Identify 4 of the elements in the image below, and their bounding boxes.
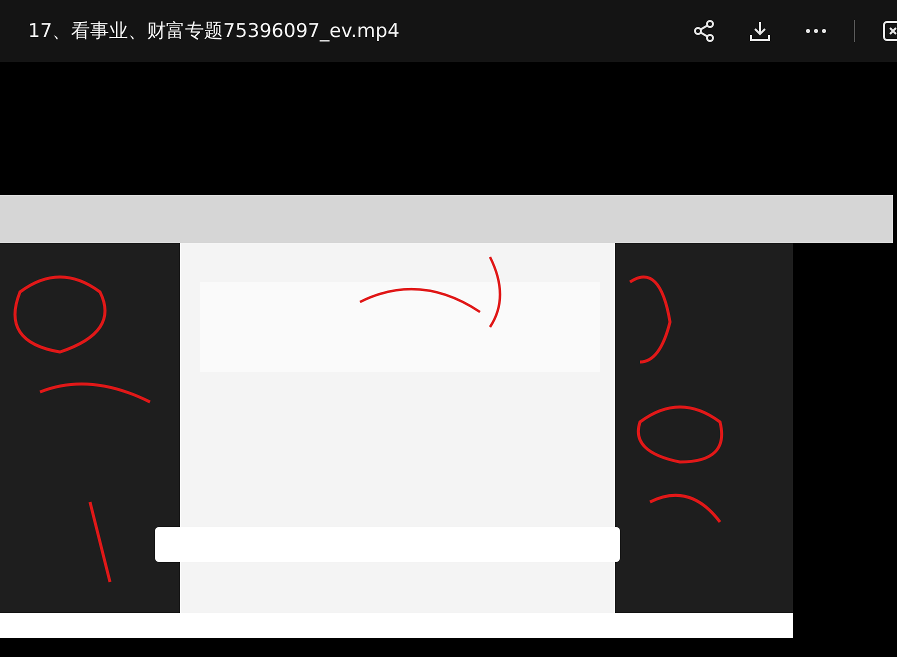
share-icon xyxy=(692,19,716,43)
window-title: 17、看事业、财富专题75396097_ev.mp4 xyxy=(28,19,401,44)
more-icon xyxy=(806,29,826,33)
download-icon xyxy=(748,19,772,43)
